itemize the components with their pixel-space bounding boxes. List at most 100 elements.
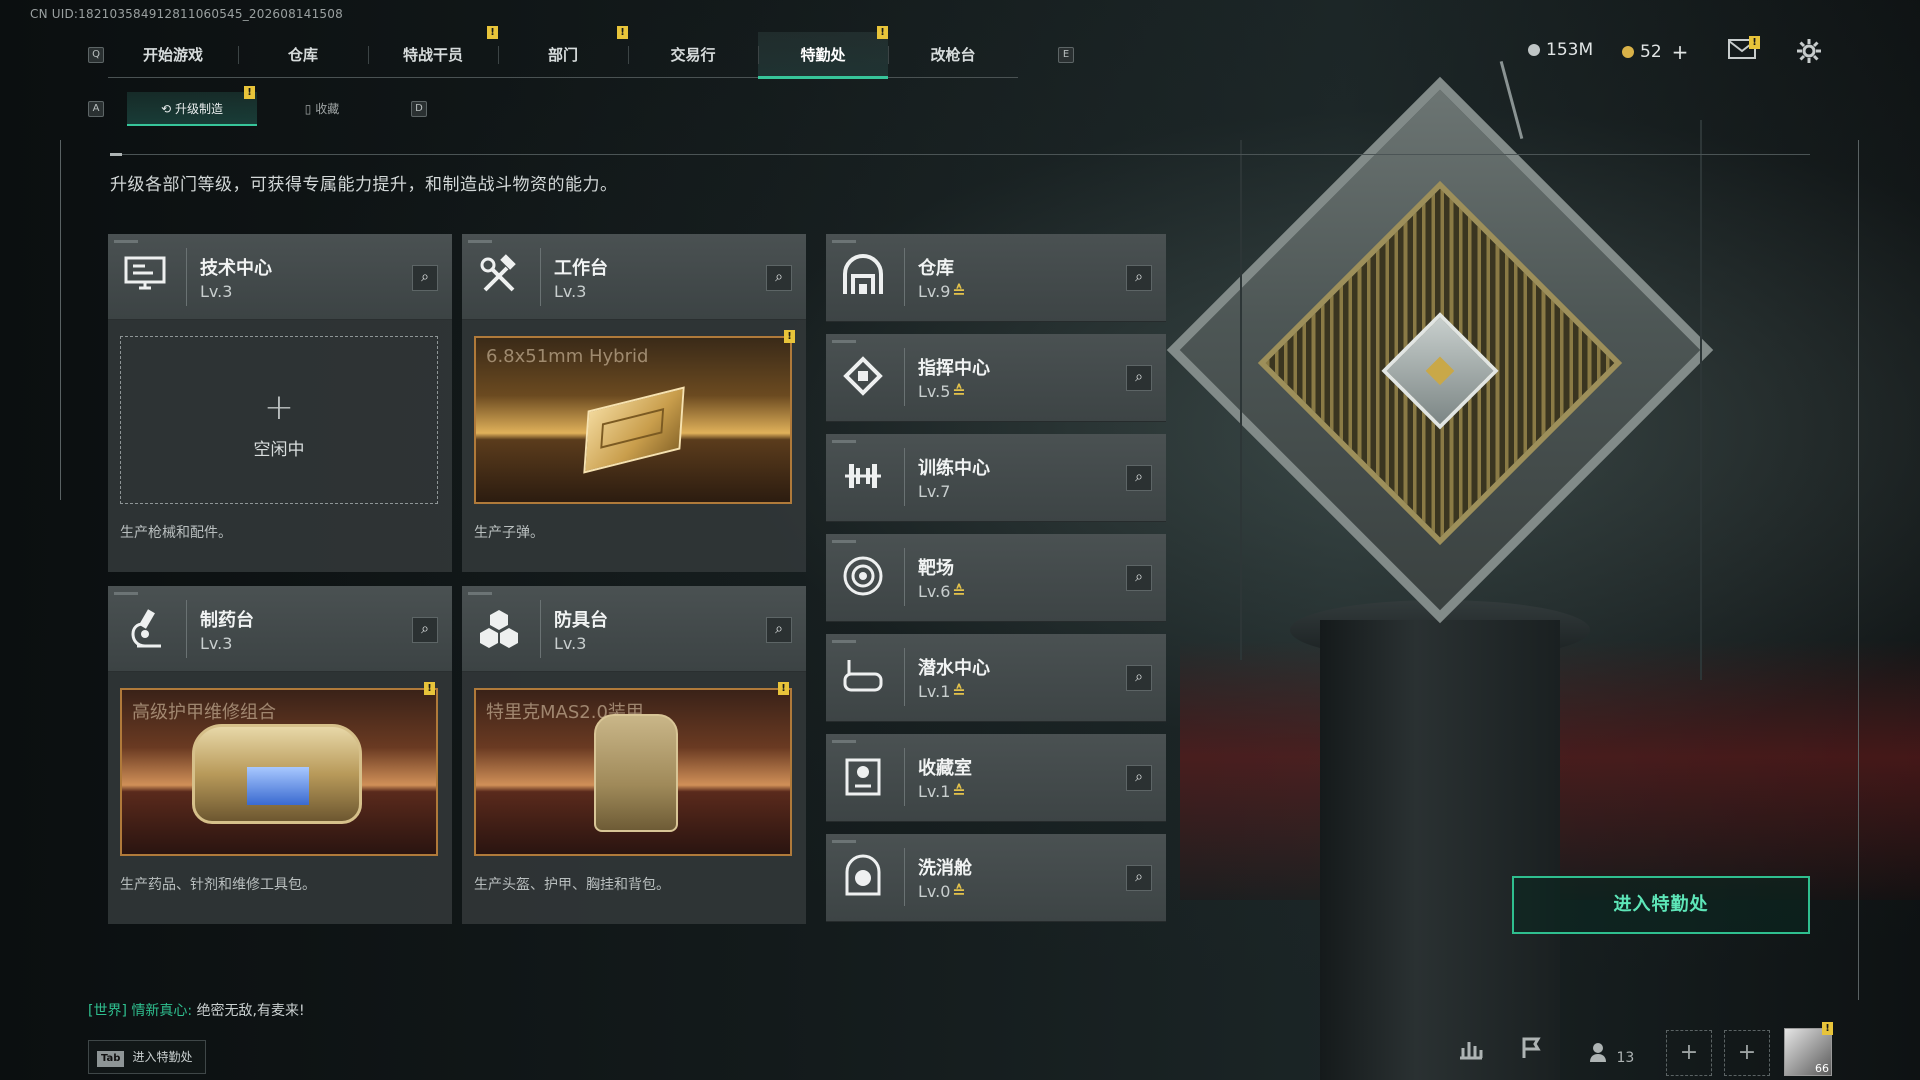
dumbbell-icon (840, 454, 886, 500)
repair-kit-image (192, 724, 362, 824)
next-tab-key-hint: E (1058, 47, 1074, 63)
tab-start-game[interactable]: 开始游戏 (108, 32, 238, 78)
command-chip-icon (840, 354, 886, 400)
search-icon[interactable]: ⌕ (1126, 765, 1152, 791)
tab-key: Tab (97, 1051, 125, 1067)
department-name: 仓库 (918, 258, 954, 279)
search-icon[interactable]: ⌕ (766, 265, 792, 291)
friends-icon (1590, 1043, 1616, 1066)
department-name: 防具台 (554, 610, 608, 631)
prev-tab-key-hint: Q (88, 47, 104, 63)
tab-trading[interactable]: 交易行 (628, 32, 758, 78)
department-name: 指挥中心 (918, 358, 990, 379)
department-level: Lv.6 ≙ (918, 582, 966, 601)
scaffold-line (1240, 140, 1242, 660)
coin-amount: 153M (1546, 40, 1594, 60)
frame-line (1858, 140, 1859, 1000)
tab-gunsmith[interactable]: 改枪台 (888, 32, 1018, 78)
department-level: Lv.3 (200, 282, 233, 301)
production-slot-idle[interactable]: + 空闲中 (120, 336, 438, 504)
department-level: Lv.1 ≙ (918, 782, 966, 801)
search-icon[interactable]: ⌕ (412, 617, 438, 643)
card-pharmacy[interactable]: 制药台 Lv.3 ⌕ 高级护甲维修组合 ! 生产药品、针剂和维修工具包。 (108, 586, 452, 924)
notification-badge: ! (784, 330, 795, 343)
collection-icon: ▯ (304, 102, 312, 116)
prev-sub-key-hint: A (88, 101, 104, 117)
armor-image (594, 714, 678, 832)
hammer-wrench-icon (476, 254, 522, 300)
chat-channel: [世界] (88, 1003, 127, 1019)
coin-icon (1528, 44, 1540, 56)
notification-badge: ! (778, 682, 789, 695)
subtab-upgrade[interactable]: ⟲ 升级制造 ! (127, 86, 257, 126)
card-armor-bench[interactable]: 防具台 Lv.3 ⌕ 特里克MAS2.0装甲 ! 生产头盔、护甲、胸挂和背包。 (462, 586, 806, 924)
world-chat-line[interactable]: [世界] 情新真心: 绝密无敌,有麦来! (88, 1000, 305, 1020)
production-description: 生产药品、针剂和维修工具包。 (120, 877, 316, 893)
card-diving-center[interactable]: 潜水中心 Lv.1 ≙ ⌕ (826, 634, 1166, 722)
notification-badge: ! (244, 86, 255, 99)
stats-icon[interactable] (1458, 1036, 1484, 1066)
computer-icon (122, 254, 168, 300)
search-icon[interactable]: ⌕ (1126, 665, 1152, 691)
search-icon[interactable]: ⌕ (412, 265, 438, 291)
search-icon[interactable]: ⌕ (1126, 465, 1152, 491)
card-workbench[interactable]: 工作台 Lv.3 ⌕ 6.8x51mm Hybrid ! 生产子弹。 (462, 234, 806, 572)
notification-badge: ! (424, 682, 435, 695)
special-ops-cube-model (1166, 76, 1714, 624)
card-decon-chamber[interactable]: 洗消舱 Lv.0 ≙ ⌕ (826, 834, 1166, 922)
tab-departments[interactable]: 部门 ! (498, 26, 628, 78)
production-slot-active[interactable]: 特里克MAS2.0装甲 (474, 688, 792, 856)
sub-nav: ⟲ 升级制造 ! ▯ 收藏 (127, 86, 387, 126)
gem-balance: 52 + (1622, 40, 1688, 64)
search-icon[interactable]: ⌕ (1126, 865, 1152, 891)
production-description: 生产头盔、护甲、胸挂和背包。 (474, 877, 670, 893)
tab-hint-button[interactable]: Tab 进入特勤处 (88, 1040, 206, 1074)
department-level: Lv.1 ≙ (918, 682, 966, 701)
search-icon[interactable]: ⌕ (1126, 265, 1152, 291)
friends-button[interactable]: 13 (1590, 1042, 1634, 1066)
tab-warehouse[interactable]: 仓库 (238, 32, 368, 78)
player-avatar[interactable]: 66 (1784, 1028, 1832, 1076)
search-icon[interactable]: ⌕ (1126, 565, 1152, 591)
upgrade-arrow-icon: ≙ (952, 382, 966, 401)
tab-special-ops[interactable]: 特勤处 ! (758, 26, 888, 79)
enter-special-ops-button[interactable]: 进入特勤处 (1512, 876, 1810, 934)
subtab-collection[interactable]: ▯ 收藏 (257, 92, 387, 126)
production-description: 生产子弹。 (474, 525, 544, 541)
card-collection-room[interactable]: 收藏室 Lv.1 ≙ ⌕ (826, 734, 1166, 822)
department-name: 技术中心 (200, 258, 272, 279)
search-icon[interactable]: ⌕ (766, 617, 792, 643)
search-icon[interactable]: ⌕ (1126, 365, 1152, 391)
department-level: Lv.3 (200, 634, 233, 653)
friends-count: 13 (1616, 1050, 1635, 1066)
card-shooting-range[interactable]: 靶场 Lv.6 ≙ ⌕ (826, 534, 1166, 622)
pillar (1320, 620, 1560, 1080)
upgrade-arrow-icon: ≙ (952, 782, 966, 801)
production-slot-active[interactable]: 高级护甲维修组合 (120, 688, 438, 856)
plus-icon: + (263, 387, 295, 428)
player-uid: CN UID:182103584912811060545_20260814150… (30, 7, 343, 21)
card-training-center[interactable]: 训练中心 Lv.7 ⌕ (826, 434, 1166, 522)
card-tech-center[interactable]: 技术中心 Lv.3 ⌕ + 空闲中 生产枪械和配件。 (108, 234, 452, 572)
department-level: Lv.9 ≙ (918, 282, 966, 301)
invite-slot-button[interactable]: + (1724, 1030, 1770, 1076)
department-level: Lv.5 ≙ (918, 382, 966, 401)
department-name: 潜水中心 (918, 658, 990, 679)
invite-slot-button[interactable]: + (1666, 1030, 1712, 1076)
flag-icon[interactable] (1520, 1036, 1544, 1066)
chat-message: 绝密无敌,有麦来! (196, 1003, 305, 1019)
production-slot-active[interactable]: 6.8x51mm Hybrid (474, 336, 792, 504)
blocks-icon (476, 606, 522, 652)
tab-operators[interactable]: 特战干员 ! (368, 26, 498, 78)
upgrade-arrow-icon: ≙ (952, 682, 966, 701)
hazmat-icon (840, 854, 886, 900)
add-currency-button[interactable]: + (1672, 40, 1689, 64)
product-name: 高级护甲维修组合 (132, 702, 276, 723)
next-sub-key-hint: D (411, 101, 427, 117)
scaffold-line (1700, 120, 1702, 680)
card-warehouse[interactable]: 仓库 Lv.9 ≙ ⌕ (826, 234, 1166, 322)
gear-icon[interactable] (1796, 38, 1822, 70)
frame-line (60, 140, 61, 500)
card-command-center[interactable]: 指挥中心 Lv.5 ≙ ⌕ (826, 334, 1166, 422)
avatar-badge: ! (1822, 1022, 1833, 1035)
